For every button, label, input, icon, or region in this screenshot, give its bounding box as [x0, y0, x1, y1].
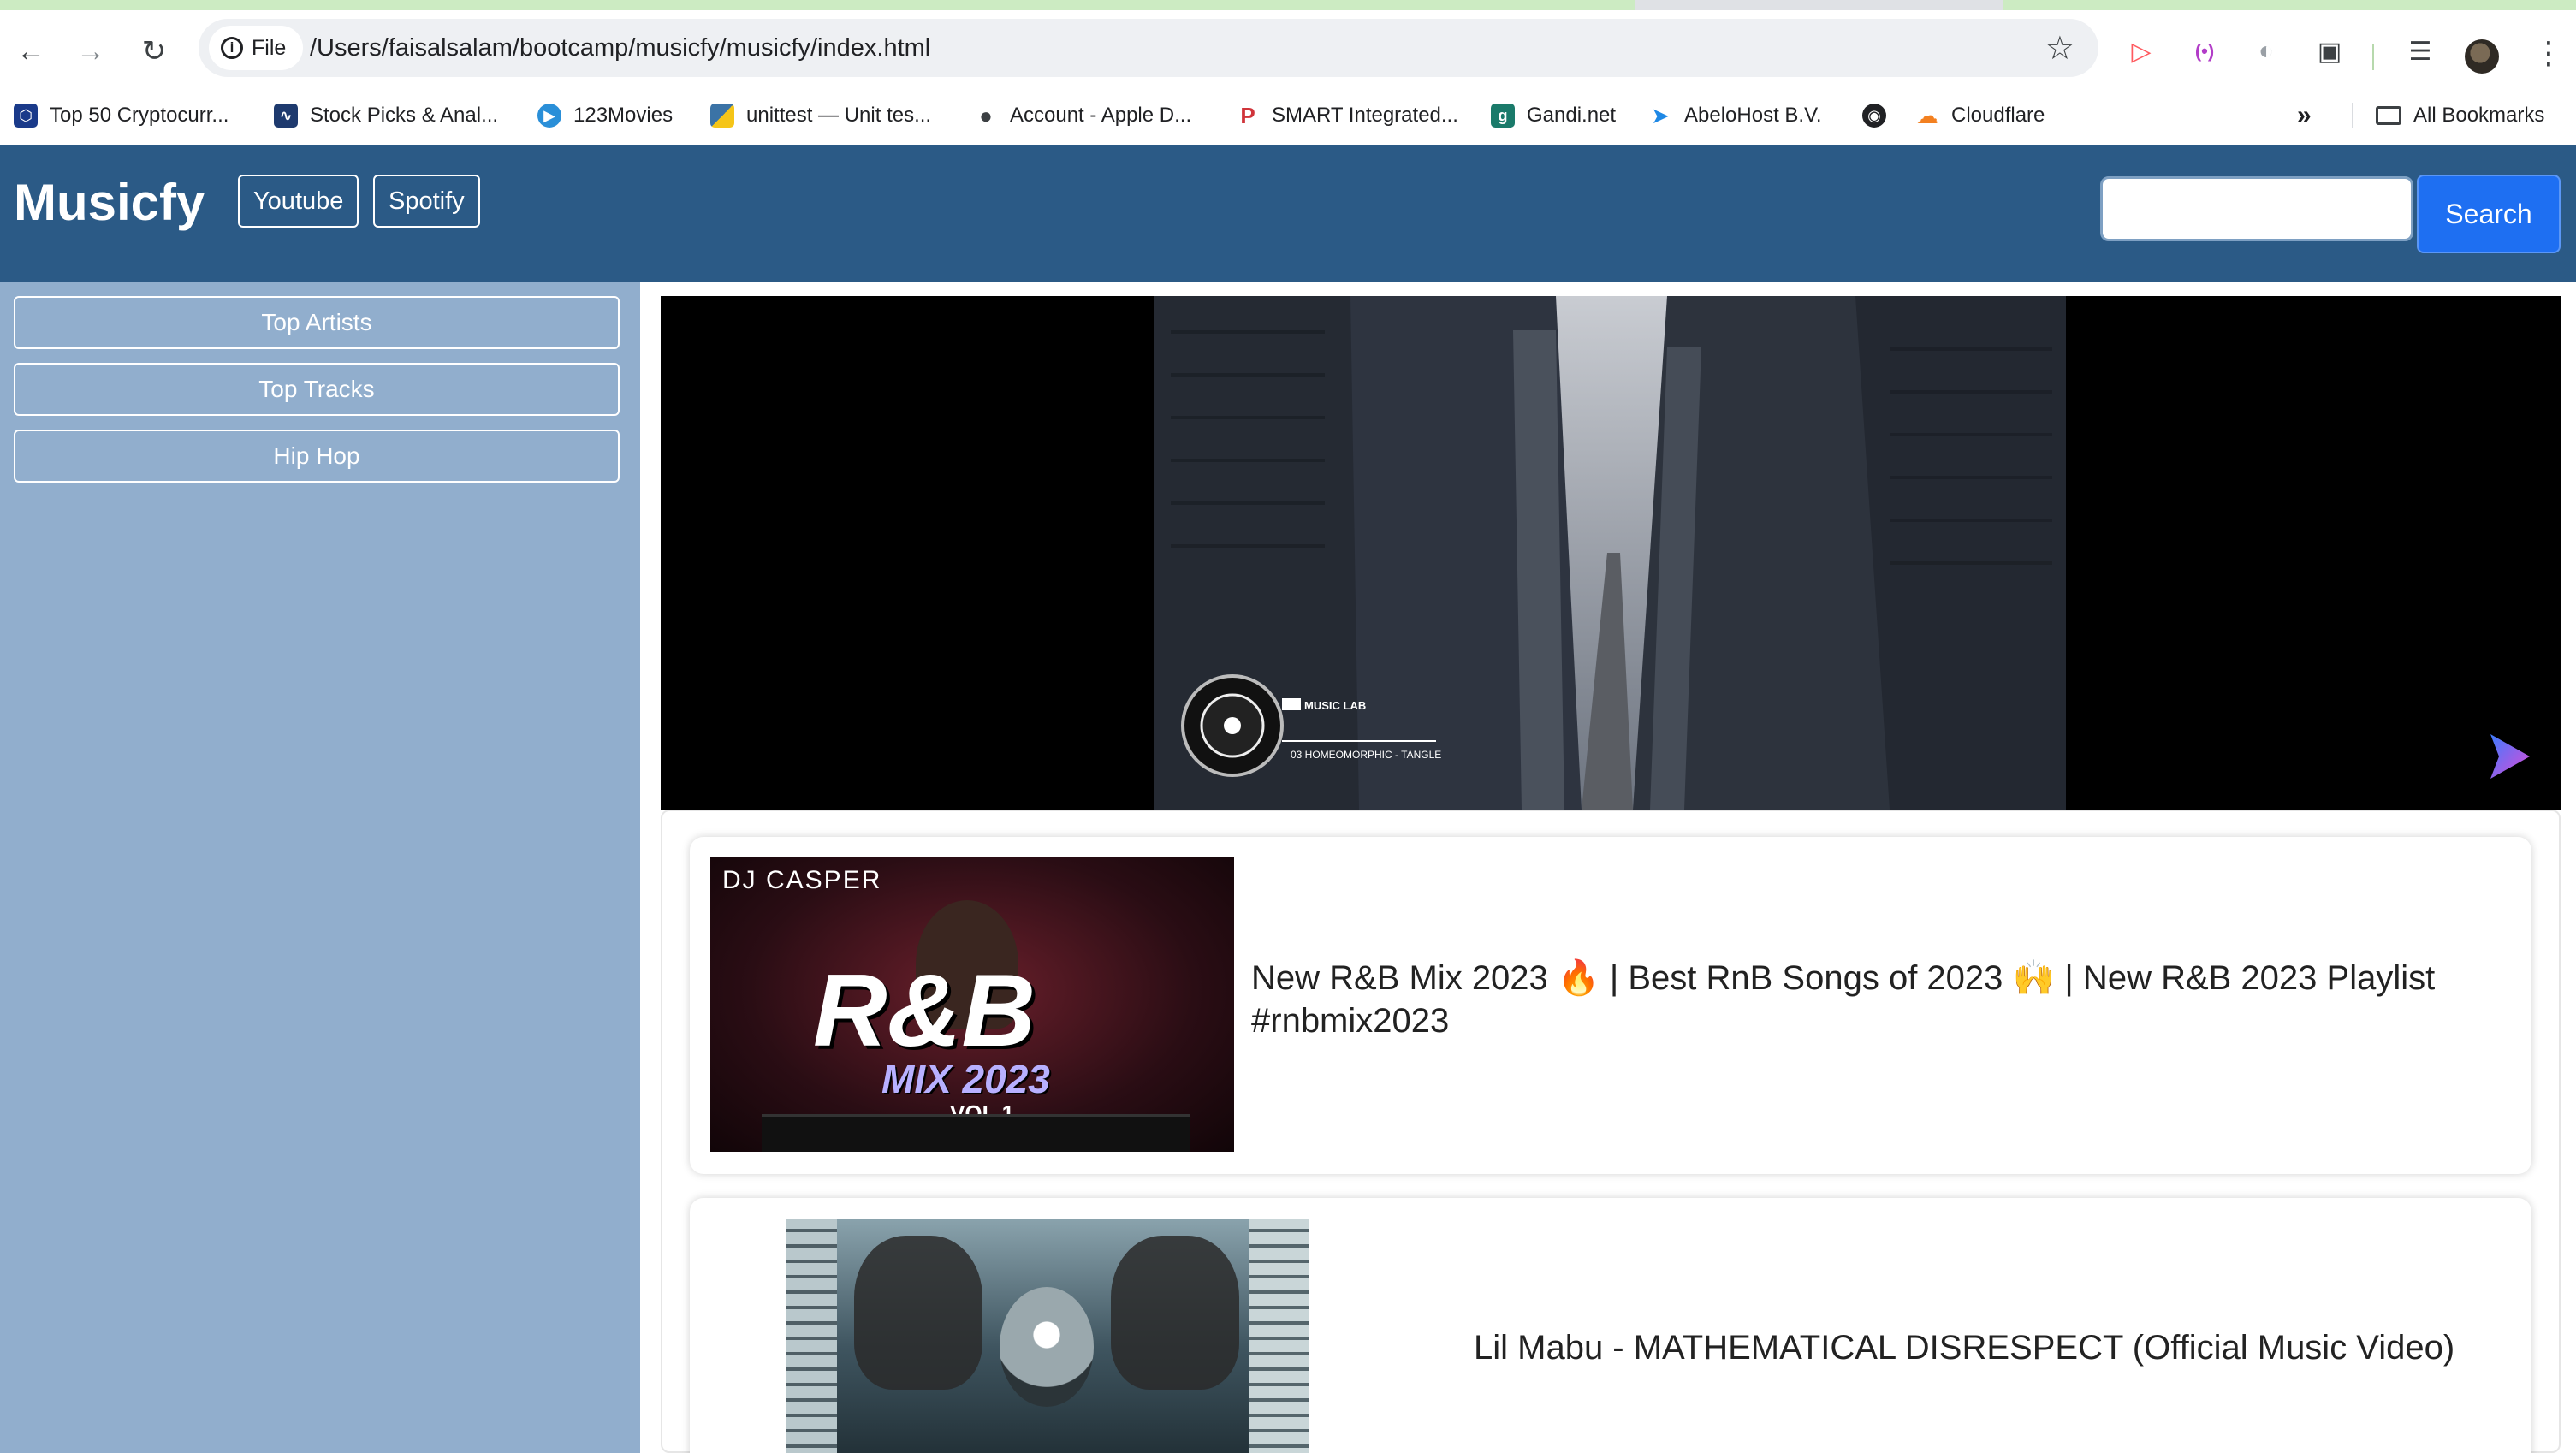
overlay-track: 03 HOMEOMORPHIC - TANGLE	[1291, 749, 1441, 761]
back-icon[interactable]: ←	[12, 33, 50, 70]
tab-strip	[0, 0, 2576, 10]
toolbar-divider	[2372, 44, 2374, 70]
play-logo-icon[interactable]	[2482, 731, 2533, 782]
python-icon	[710, 104, 734, 128]
thumbnail-title: R&B	[813, 953, 1036, 1068]
extension-circle-icon[interactable]: ◐	[2249, 34, 2283, 68]
url-text[interactable]: /Users/faisalsalam/bootcamp/musicfy/musi…	[310, 34, 930, 62]
browser-toolbar: ← → ↻ i File /Users/faisalsalam/bootcamp…	[0, 10, 2576, 86]
profile-avatar[interactable]	[2465, 39, 2499, 74]
extension-broadcast-icon[interactable]: (•)	[2187, 34, 2222, 68]
thumbnail-hand	[854, 1236, 982, 1390]
sidebar: Top Artists Top Tracks Hip Hop	[0, 282, 640, 1453]
video-thumbnail[interactable]	[786, 1219, 1309, 1453]
bookmarks-bar: ⬡ Top 50 Cryptocurr... ∿ Stock Picks & A…	[0, 86, 2576, 145]
thumbnail-window	[786, 1219, 837, 1453]
sidebar-item-hip-hop[interactable]: Hip Hop	[14, 430, 620, 483]
page: Musicfy Youtube Spotify Search Top Artis…	[0, 145, 2576, 1453]
site-navbar: Musicfy Youtube Spotify Search	[0, 145, 2576, 282]
extensions-puzzle-icon[interactable]: ▣	[2312, 34, 2347, 68]
info-icon: i	[221, 37, 243, 59]
bookmark-item[interactable]: ➤ AbeloHost B.V.	[1648, 99, 1822, 132]
hexagon-icon: ⬡	[14, 104, 38, 128]
bookmark-item[interactable]: P SMART Integrated...	[1236, 99, 1458, 132]
forward-icon[interactable]: →	[72, 33, 110, 70]
tab-indicator	[2003, 0, 2576, 10]
overlay-label: MUSIC LAB	[1304, 699, 1366, 712]
results-list: DJ CASPER R&B MIX 2023 VOL.1 New R&B Mix…	[661, 810, 2561, 1453]
globe-icon: ◉	[1862, 104, 1886, 128]
chart-icon: ∿	[274, 104, 298, 128]
bookmark-label: unittest — Unit tes...	[746, 104, 932, 127]
play-circle-icon: ▶	[537, 104, 561, 128]
bookmark-item[interactable]: unittest — Unit tes...	[710, 99, 931, 132]
bookmark-item[interactable]: ☁ Cloudflare	[1915, 99, 2045, 132]
reading-list-icon[interactable]: ☰	[2403, 34, 2437, 68]
bookmark-star-icon[interactable]: ☆	[2045, 29, 2074, 68]
extension-play-icon[interactable]: ▷	[2124, 34, 2158, 68]
sidebar-item-top-tracks[interactable]: Top Tracks	[14, 363, 620, 416]
bird-icon: ➤	[1651, 102, 1670, 128]
thumbnail-hand	[1111, 1236, 1239, 1390]
site-chip-label: File	[252, 35, 287, 60]
video-card[interactable]: DJ CASPER R&B MIX 2023 VOL.1 New R&B Mix…	[690, 837, 2531, 1174]
spotify-button[interactable]: Spotify	[373, 175, 480, 228]
video-thumbnail[interactable]: DJ CASPER R&B MIX 2023 VOL.1	[710, 857, 1234, 1152]
bookmark-label: SMART Integrated...	[1272, 104, 1458, 127]
bookmark-item[interactable]: ● Account - Apple D...	[974, 99, 1191, 132]
p-icon: P	[1240, 102, 1255, 128]
search-input[interactable]	[2100, 176, 2413, 241]
video-card[interactable]: Lil Mabu - MATHEMATICAL DISRESPECT (Offi…	[690, 1198, 2531, 1453]
bookmark-label: Top 50 Cryptocurr...	[50, 104, 229, 127]
video-title[interactable]: New R&B Mix 2023 🔥 | Best RnB Songs of 2…	[1251, 957, 2484, 1042]
thumbnail-subtitle: MIX 2023	[881, 1057, 1050, 1101]
video-title[interactable]: Lil Mabu - MATHEMATICAL DISRESPECT (Offi…	[1474, 1326, 2501, 1369]
tab-indicator	[0, 0, 1635, 10]
thumbnail-window	[1249, 1219, 1309, 1453]
brand-logo[interactable]: Musicfy	[14, 173, 205, 232]
bookmarks-divider	[2352, 103, 2353, 128]
thumbnail-brand: DJ CASPER	[722, 866, 882, 894]
bookmark-item[interactable]: ◉	[1862, 99, 1886, 132]
all-bookmarks[interactable]: All Bookmarks	[2376, 99, 2544, 132]
bookmark-label: Account - Apple D...	[1010, 104, 1192, 127]
thumbnail-turntable	[762, 1114, 1190, 1152]
bookmark-item[interactable]: ▶ 123Movies	[537, 99, 673, 132]
sidebar-item-top-artists[interactable]: Top Artists	[14, 296, 620, 349]
site-info-chip[interactable]: i File	[209, 26, 304, 70]
bookmark-label: AbeloHost B.V.	[1684, 104, 1822, 127]
youtube-button[interactable]: Youtube	[238, 175, 359, 228]
browser-menu-icon[interactable]: ⋮	[2533, 34, 2564, 72]
all-bookmarks-label: All Bookmarks	[2413, 104, 2545, 127]
thumbnail-face	[1000, 1287, 1094, 1407]
bookmark-item[interactable]: ⬡ Top 50 Cryptocurr...	[14, 99, 229, 132]
bookmark-label: Gandi.net	[1527, 104, 1617, 127]
search-button[interactable]: Search	[2417, 175, 2561, 253]
apple-icon: ●	[979, 102, 993, 128]
video-player[interactable]: MUSIC LAB 03 HOMEOMORPHIC - TANGLE	[661, 296, 2561, 810]
gandi-icon: g	[1491, 104, 1515, 128]
bookmarks-overflow-icon[interactable]: »	[2297, 99, 2312, 132]
video-frame-city: MUSIC LAB 03 HOMEOMORPHIC - TANGLE	[1154, 296, 2066, 810]
cloud-icon: ☁	[1916, 102, 1938, 128]
bookmark-label: Stock Picks & Anal...	[310, 104, 499, 127]
address-bar[interactable]: i File /Users/faisalsalam/bootcamp/music…	[199, 19, 2098, 77]
bookmark-item[interactable]: g Gandi.net	[1491, 99, 1616, 132]
bookmark-item[interactable]: ∿ Stock Picks & Anal...	[274, 99, 498, 132]
bookmark-label: Cloudflare	[1951, 104, 2045, 127]
reload-icon[interactable]: ↻	[135, 33, 173, 70]
bookmark-label: 123Movies	[573, 104, 674, 127]
folder-icon	[2376, 106, 2401, 125]
